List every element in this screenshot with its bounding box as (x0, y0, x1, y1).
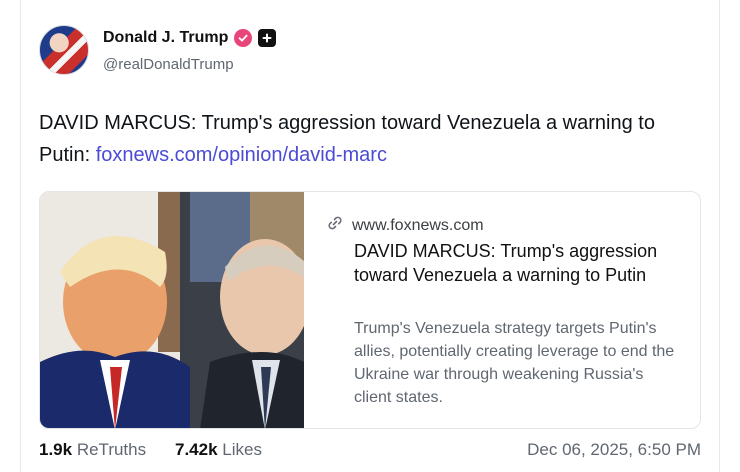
post-timestamp[interactable]: Dec 06, 2025, 6:50 PM (527, 440, 701, 460)
card-domain-row: www.foxnews.com (326, 214, 484, 237)
link-preview-image (40, 192, 304, 428)
post-text: DAVID MARCUS: Trump's aggression toward … (39, 107, 709, 171)
link-preview-card[interactable]: www.foxnews.com DAVID MARCUS: Trump's ag… (39, 191, 701, 429)
retruths-count: 1.9k (39, 440, 73, 459)
retruths-stat[interactable]: 1.9k ReTruths (39, 440, 146, 460)
verified-badge-icon (234, 29, 253, 47)
likes-stat[interactable]: 7.42k Likes (175, 440, 262, 460)
post-link[interactable]: foxnews.com/opinion/david-marc (96, 144, 387, 166)
display-name[interactable]: Donald J. Trump (103, 29, 228, 47)
name-row: Donald J. Trump (103, 29, 277, 47)
link-icon (326, 214, 344, 237)
user-handle[interactable]: @realDonaldTrump (103, 56, 234, 73)
likes-label: Likes (222, 440, 262, 459)
likes-count: 7.42k (175, 440, 218, 459)
post-footer: 1.9k ReTruths 7.42k Likes Dec 06, 2025, … (39, 440, 701, 466)
avatar[interactable] (39, 25, 89, 75)
card-domain: www.foxnews.com (352, 216, 484, 234)
card-description: Trump's Venezuela strategy targets Putin… (354, 320, 675, 406)
post-header: Donald J. Trump @realDonaldTrump (39, 25, 699, 77)
card-title[interactable]: DAVID MARCUS: Trump's aggression toward … (354, 239, 674, 287)
post-card: Donald J. Trump @realDonaldTrump DAVID M… (20, 0, 720, 472)
retruths-label: ReTruths (76, 440, 147, 459)
plus-badge-icon (258, 29, 277, 47)
